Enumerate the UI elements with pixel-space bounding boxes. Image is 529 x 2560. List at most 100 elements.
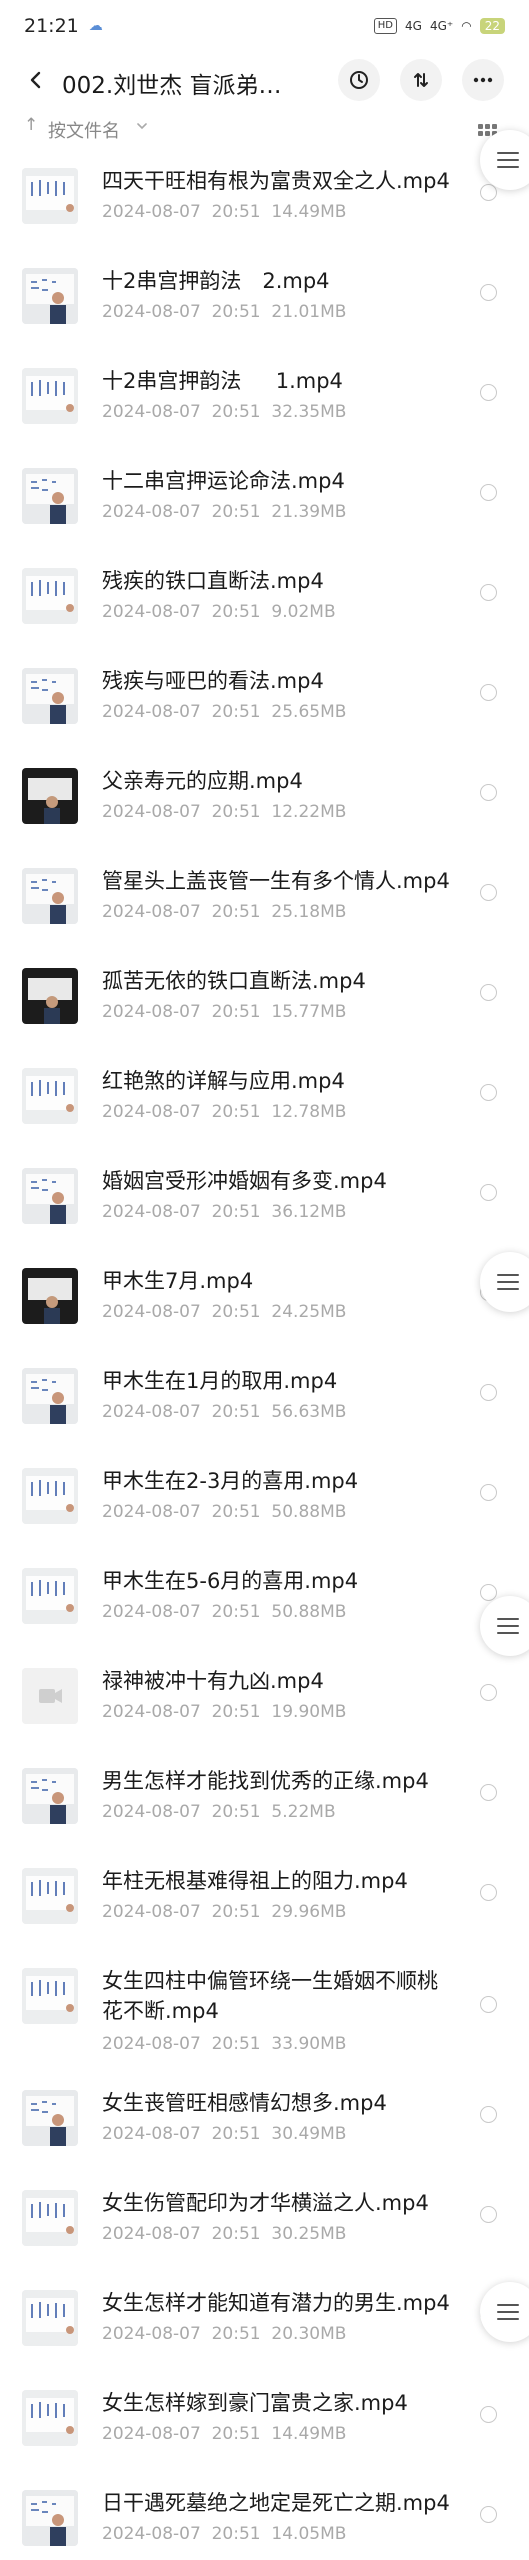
file-row[interactable]: 孤苦无依的铁口直断法.mp4 2024-08-07 20:51 15.77MB: [0, 950, 529, 1050]
file-row[interactable]: 十二串宫押运论命法.mp4 2024-08-07 20:51 21.39MB: [0, 450, 529, 550]
file-row[interactable]: 婚姻宫受形冲婚姻有多变.mp4 2024-08-07 20:51 36.12MB: [0, 1150, 529, 1250]
file-date: 2024-08-07: [102, 702, 201, 722]
video-thumbnail: [22, 268, 78, 324]
select-radio[interactable]: [480, 184, 497, 201]
file-name: 婚姻宫受形冲婚姻有多变.mp4: [102, 1169, 387, 1193]
select-radio[interactable]: [480, 2106, 497, 2123]
back-arrow-icon[interactable]: [20, 64, 52, 96]
select-radio[interactable]: [480, 484, 497, 501]
video-thumbnail: [22, 1568, 78, 1624]
file-row[interactable]: 女生怎样才能知道有潜力的男生.mp4 2024-08-07 20:51 20.30…: [0, 2272, 529, 2372]
select-radio[interactable]: [480, 1784, 497, 1801]
video-thumbnail: [22, 168, 78, 224]
file-size: 21.39MB: [271, 502, 347, 522]
video-thumbnail: [22, 1868, 78, 1924]
video-thumbnail: [22, 1668, 78, 1724]
file-time: 20:51: [211, 1102, 261, 1122]
file-date: 2024-08-07: [102, 2034, 201, 2054]
file-date: 2024-08-07: [102, 1802, 201, 1822]
file-row[interactable]: 甲木生在1月的取用.mp4 2024-08-07 20:51 56.63MB: [0, 1350, 529, 1450]
file-name: 甲木生在1月的取用.mp4: [102, 1369, 338, 1393]
file-size: 56.63MB: [271, 1402, 347, 1422]
select-radio[interactable]: [480, 2206, 497, 2223]
file-time: 20:51: [211, 2324, 261, 2344]
file-row[interactable]: 残疾与哑巴的看法.mp4 2024-08-07 20:51 25.65MB: [0, 650, 529, 750]
select-radio[interactable]: [480, 1384, 497, 1401]
file-row[interactable]: 甲木生在2-3月的喜用.mp4 2024-08-07 20:51 50.88MB: [0, 1450, 529, 1550]
file-row[interactable]: 甲木生7月.mp4 2024-08-07 20:51 24.25MB: [0, 1250, 529, 1350]
file-row[interactable]: 禄神被冲十有九凶.mp4 2024-08-07 20:51 19.90MB: [0, 1650, 529, 1750]
chevron-down-icon[interactable]: [136, 121, 148, 131]
file-row[interactable]: 女生丧管旺相感情幻想多.mp4 2024-08-07 20:51 30.49MB: [0, 2072, 529, 2172]
select-radio[interactable]: [480, 284, 497, 301]
video-thumbnail: [22, 1768, 78, 1824]
file-date: 2024-08-07: [102, 1502, 201, 1522]
video-thumbnail: [22, 368, 78, 424]
select-radio[interactable]: [480, 1684, 497, 1701]
file-date: 2024-08-07: [102, 2224, 201, 2244]
select-radio[interactable]: [480, 984, 497, 1001]
select-radio[interactable]: [480, 1996, 497, 2013]
file-row[interactable]: 管星头上盖丧管一生有多个情人.mp4 2024-08-07 20:51 25.18…: [0, 850, 529, 950]
select-radio[interactable]: [480, 1084, 497, 1101]
file-time: 20:51: [211, 702, 261, 722]
hd-badge: HD: [373, 18, 398, 34]
file-row[interactable]: 女生四柱中偏管环绕一生婚姻不顺桃花不断.mp4 2024-08-07 20:51 …: [0, 1950, 529, 2072]
file-time: 20:51: [211, 402, 261, 422]
select-radio[interactable]: [480, 584, 497, 601]
file-time: 20:51: [211, 1202, 261, 1222]
file-name: 男生怎样才能找到优秀的正缘.mp4: [102, 1769, 429, 1793]
history-button[interactable]: [338, 59, 380, 101]
select-radio[interactable]: [480, 2506, 497, 2523]
file-name: 禄神被冲十有九凶.mp4: [102, 1669, 324, 1693]
file-date: 2024-08-07: [102, 502, 201, 522]
file-date: 2024-08-07: [102, 2324, 201, 2344]
file-row[interactable]: 父亲寿元的应期.mp4 2024-08-07 20:51 12.22MB: [0, 750, 529, 850]
file-row[interactable]: 女生伤管配印为才华横溢之人.mp4 2024-08-07 20:51 30.25M…: [0, 2172, 529, 2272]
sort-button[interactable]: [400, 59, 442, 101]
video-thumbnail: [22, 2490, 78, 2546]
file-row[interactable]: 女生怎样嫁到豪门富贵之家.mp4 2024-08-07 20:51 14.49MB: [0, 2372, 529, 2472]
signal-4g-label: 4G: [405, 19, 422, 33]
sort-by-name-button[interactable]: 按文件名: [48, 117, 120, 143]
file-size: 50.88MB: [271, 1602, 347, 1622]
file-row[interactable]: 日干遇死墓绝之地定是死亡之期.mp4 2024-08-07 20:51 14.05…: [0, 2472, 529, 2560]
file-date: 2024-08-07: [102, 1002, 201, 1022]
title-bar: 002.刘世杰 盲派弟…: [0, 52, 529, 108]
file-row[interactable]: 四天干旺相有根为富贵双全之人.mp4 2024-08-07 20:51 14.49…: [0, 150, 529, 250]
select-radio[interactable]: [480, 784, 497, 801]
select-radio[interactable]: [480, 1584, 497, 1601]
file-row[interactable]: 男生怎样才能找到优秀的正缘.mp4 2024-08-07 20:51 5.22MB: [0, 1750, 529, 1850]
select-radio[interactable]: [480, 1484, 497, 1501]
file-time: 20:51: [211, 1002, 261, 1022]
file-name: 女生丧管旺相感情幻想多.mp4: [102, 2091, 387, 2115]
video-thumbnail: [22, 1068, 78, 1124]
video-thumbnail: [22, 2290, 78, 2346]
select-radio[interactable]: [480, 1884, 497, 1901]
file-meta: 2024-08-07 20:51 5.22MB: [102, 1802, 336, 1822]
file-row[interactable]: 残疾的铁口直断法.mp4 2024-08-07 20:51 9.02MB: [0, 550, 529, 650]
file-size: 12.78MB: [271, 1102, 347, 1122]
sort-direction-icon[interactable]: ↑: [24, 115, 38, 135]
more-button[interactable]: [462, 59, 504, 101]
file-meta: 2024-08-07 20:51 29.96MB: [102, 1902, 346, 1922]
file-time: 20:51: [211, 302, 261, 322]
select-radio[interactable]: [480, 884, 497, 901]
file-time: 20:51: [211, 2124, 261, 2144]
file-row[interactable]: 红艳煞的详解与应用.mp4 2024-08-07 20:51 12.78MB: [0, 1050, 529, 1150]
file-name: 日干遇死墓绝之地定是死亡之期.mp4: [102, 2491, 450, 2515]
file-date: 2024-08-07: [102, 602, 201, 622]
select-radio[interactable]: [480, 684, 497, 701]
file-row[interactable]: 甲木生在5-6月的喜用.mp4 2024-08-07 20:51 50.88MB: [0, 1550, 529, 1650]
file-name: 女生怎样才能知道有潜力的男生.mp4: [102, 2291, 450, 2315]
video-thumbnail: [22, 1268, 78, 1324]
cloud-sync-icon: ☁: [88, 18, 103, 34]
select-radio[interactable]: [480, 1184, 497, 1201]
file-row[interactable]: 十2串宫押韵法 1.mp4 2024-08-07 20:51 32.35MB: [0, 350, 529, 450]
select-radio[interactable]: [480, 384, 497, 401]
file-row[interactable]: 十2串宫押韵法 2.mp4 2024-08-07 20:51 21.01MB: [0, 250, 529, 350]
file-row[interactable]: 年柱无根基难得祖上的阻力.mp4 2024-08-07 20:51 29.96MB: [0, 1850, 529, 1950]
file-meta: 2024-08-07 20:51 14.05MB: [102, 2524, 346, 2544]
select-radio[interactable]: [480, 2406, 497, 2423]
file-time: 20:51: [211, 602, 261, 622]
